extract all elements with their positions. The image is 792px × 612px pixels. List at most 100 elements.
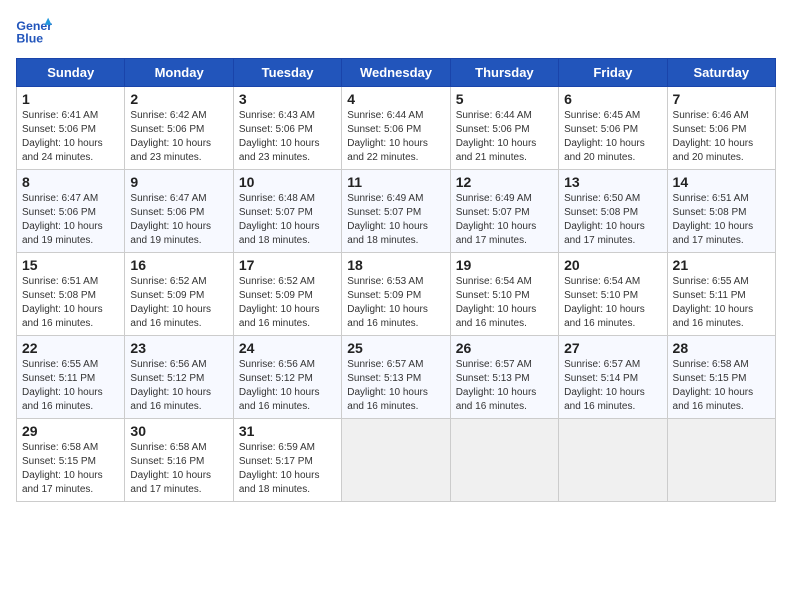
calendar-cell: 20 Sunrise: 6:54 AMSunset: 5:10 PMDayligh… — [559, 253, 667, 336]
calendar-cell: 21 Sunrise: 6:55 AMSunset: 5:11 PMDayligh… — [667, 253, 775, 336]
calendar-cell: 17 Sunrise: 6:52 AMSunset: 5:09 PMDayligh… — [233, 253, 341, 336]
cell-info: Sunrise: 6:49 AMSunset: 5:07 PMDaylight:… — [456, 192, 553, 248]
day-number: 28 — [673, 340, 770, 356]
day-number: 6 — [564, 91, 661, 107]
day-number: 9 — [130, 174, 227, 190]
calendar-cell: 23 Sunrise: 6:56 AMSunset: 5:12 PMDayligh… — [125, 336, 233, 419]
day-number: 14 — [673, 174, 770, 190]
day-number: 11 — [347, 174, 444, 190]
cell-info: Sunrise: 6:51 AMSunset: 5:08 PMDaylight:… — [673, 192, 770, 248]
calendar-cell: 12 Sunrise: 6:49 AMSunset: 5:07 PMDayligh… — [450, 170, 558, 253]
calendar-cell: 28 Sunrise: 6:58 AMSunset: 5:15 PMDayligh… — [667, 336, 775, 419]
logo: General Blue — [16, 16, 52, 46]
day-number: 24 — [239, 340, 336, 356]
calendar-cell — [342, 419, 450, 502]
cell-info: Sunrise: 6:47 AMSunset: 5:06 PMDaylight:… — [130, 192, 227, 248]
calendar-cell: 14 Sunrise: 6:51 AMSunset: 5:08 PMDayligh… — [667, 170, 775, 253]
cell-info: Sunrise: 6:55 AMSunset: 5:11 PMDaylight:… — [22, 358, 119, 414]
calendar-cell: 29 Sunrise: 6:58 AMSunset: 5:15 PMDayligh… — [17, 419, 125, 502]
calendar-cell — [559, 419, 667, 502]
day-number: 8 — [22, 174, 119, 190]
calendar-cell: 9 Sunrise: 6:47 AMSunset: 5:06 PMDaylight… — [125, 170, 233, 253]
cell-info: Sunrise: 6:54 AMSunset: 5:10 PMDaylight:… — [564, 275, 661, 331]
day-number: 7 — [673, 91, 770, 107]
svg-text:Blue: Blue — [16, 31, 43, 45]
cell-info: Sunrise: 6:56 AMSunset: 5:12 PMDaylight:… — [239, 358, 336, 414]
day-number: 17 — [239, 257, 336, 273]
calendar-cell: 13 Sunrise: 6:50 AMSunset: 5:08 PMDayligh… — [559, 170, 667, 253]
day-number: 12 — [456, 174, 553, 190]
cell-info: Sunrise: 6:50 AMSunset: 5:08 PMDaylight:… — [564, 192, 661, 248]
calendar-week-3: 15Sunrise: 6:51 AMSunset: 5:08 PMDayligh… — [17, 253, 776, 336]
cell-info: Sunrise: 6:58 AMSunset: 5:15 PMDaylight:… — [22, 441, 119, 497]
day-number: 13 — [564, 174, 661, 190]
calendar-header-row: SundayMondayTuesdayWednesdayThursdayFrid… — [17, 59, 776, 87]
calendar-cell: 7Sunrise: 6:46 AMSunset: 5:06 PMDaylight… — [667, 87, 775, 170]
logo-icon: General Blue — [16, 16, 52, 46]
calendar-cell: 3Sunrise: 6:43 AMSunset: 5:06 PMDaylight… — [233, 87, 341, 170]
day-header-tuesday: Tuesday — [233, 59, 341, 87]
cell-info: Sunrise: 6:59 AMSunset: 5:17 PMDaylight:… — [239, 441, 336, 497]
cell-info: Sunrise: 6:57 AMSunset: 5:13 PMDaylight:… — [456, 358, 553, 414]
day-number: 29 — [22, 423, 119, 439]
calendar-week-1: 1Sunrise: 6:41 AMSunset: 5:06 PMDaylight… — [17, 87, 776, 170]
calendar-table: SundayMondayTuesdayWednesdayThursdayFrid… — [16, 58, 776, 502]
day-number: 23 — [130, 340, 227, 356]
calendar-week-2: 8 Sunrise: 6:47 AMSunset: 5:06 PMDaylight… — [17, 170, 776, 253]
day-number: 4 — [347, 91, 444, 107]
day-number: 30 — [130, 423, 227, 439]
cell-info: Sunrise: 6:56 AMSunset: 5:12 PMDaylight:… — [130, 358, 227, 414]
calendar-cell: 26 Sunrise: 6:57 AMSunset: 5:13 PMDayligh… — [450, 336, 558, 419]
cell-info: Sunrise: 6:58 AMSunset: 5:15 PMDaylight:… — [673, 358, 770, 414]
day-number: 22 — [22, 340, 119, 356]
calendar-cell: 11Sunrise: 6:49 AMSunset: 5:07 PMDayligh… — [342, 170, 450, 253]
calendar-cell: 24 Sunrise: 6:56 AMSunset: 5:12 PMDayligh… — [233, 336, 341, 419]
day-number: 16 — [130, 257, 227, 273]
calendar-cell: 10 Sunrise: 6:48 AMSunset: 5:07 PMDayligh… — [233, 170, 341, 253]
day-number: 31 — [239, 423, 336, 439]
cell-info: Sunrise: 6:52 AMSunset: 5:09 PMDaylight:… — [130, 275, 227, 331]
calendar-cell — [667, 419, 775, 502]
calendar-cell: 15Sunrise: 6:51 AMSunset: 5:08 PMDayligh… — [17, 253, 125, 336]
day-number: 10 — [239, 174, 336, 190]
day-number: 25 — [347, 340, 444, 356]
day-number: 21 — [673, 257, 770, 273]
calendar-cell: 6Sunrise: 6:45 AMSunset: 5:06 PMDaylight… — [559, 87, 667, 170]
calendar-cell: 30 Sunrise: 6:58 AMSunset: 5:16 PMDayligh… — [125, 419, 233, 502]
calendar-cell: 18 Sunrise: 6:53 AMSunset: 5:09 PMDayligh… — [342, 253, 450, 336]
cell-info: Sunrise: 6:48 AMSunset: 5:07 PMDaylight:… — [239, 192, 336, 248]
cell-info: Sunrise: 6:47 AMSunset: 5:06 PMDaylight:… — [22, 192, 119, 248]
cell-info: Sunrise: 6:53 AMSunset: 5:09 PMDaylight:… — [347, 275, 444, 331]
day-number: 19 — [456, 257, 553, 273]
calendar-cell: 25Sunrise: 6:57 AMSunset: 5:13 PMDayligh… — [342, 336, 450, 419]
cell-info: Sunrise: 6:54 AMSunset: 5:10 PMDaylight:… — [456, 275, 553, 331]
cell-info: Sunrise: 6:51 AMSunset: 5:08 PMDaylight:… — [22, 275, 119, 331]
day-header-sunday: Sunday — [17, 59, 125, 87]
cell-info: Sunrise: 6:58 AMSunset: 5:16 PMDaylight:… — [130, 441, 227, 497]
day-header-saturday: Saturday — [667, 59, 775, 87]
day-number: 26 — [456, 340, 553, 356]
calendar-week-4: 22 Sunrise: 6:55 AMSunset: 5:11 PMDayligh… — [17, 336, 776, 419]
calendar-cell: 31 Sunrise: 6:59 AMSunset: 5:17 PMDayligh… — [233, 419, 341, 502]
day-number: 27 — [564, 340, 661, 356]
day-header-wednesday: Wednesday — [342, 59, 450, 87]
cell-info: Sunrise: 6:55 AMSunset: 5:11 PMDaylight:… — [673, 275, 770, 331]
cell-info: Sunrise: 6:44 AMSunset: 5:06 PMDaylight:… — [456, 109, 553, 165]
calendar-cell: 19 Sunrise: 6:54 AMSunset: 5:10 PMDayligh… — [450, 253, 558, 336]
calendar-cell: 16 Sunrise: 6:52 AMSunset: 5:09 PMDayligh… — [125, 253, 233, 336]
cell-info: Sunrise: 6:43 AMSunset: 5:06 PMDaylight:… — [239, 109, 336, 165]
day-number: 18 — [347, 257, 444, 273]
cell-info: Sunrise: 6:52 AMSunset: 5:09 PMDaylight:… — [239, 275, 336, 331]
calendar-cell: 22 Sunrise: 6:55 AMSunset: 5:11 PMDayligh… — [17, 336, 125, 419]
calendar-cell: 1Sunrise: 6:41 AMSunset: 5:06 PMDaylight… — [17, 87, 125, 170]
day-number: 2 — [130, 91, 227, 107]
cell-info: Sunrise: 6:44 AMSunset: 5:06 PMDaylight:… — [347, 109, 444, 165]
day-header-friday: Friday — [559, 59, 667, 87]
calendar-week-5: 29 Sunrise: 6:58 AMSunset: 5:15 PMDayligh… — [17, 419, 776, 502]
day-header-thursday: Thursday — [450, 59, 558, 87]
calendar-cell — [450, 419, 558, 502]
calendar-cell: 5Sunrise: 6:44 AMSunset: 5:06 PMDaylight… — [450, 87, 558, 170]
day-number: 20 — [564, 257, 661, 273]
cell-info: Sunrise: 6:41 AMSunset: 5:06 PMDaylight:… — [22, 109, 119, 165]
calendar-cell: 2Sunrise: 6:42 AMSunset: 5:06 PMDaylight… — [125, 87, 233, 170]
